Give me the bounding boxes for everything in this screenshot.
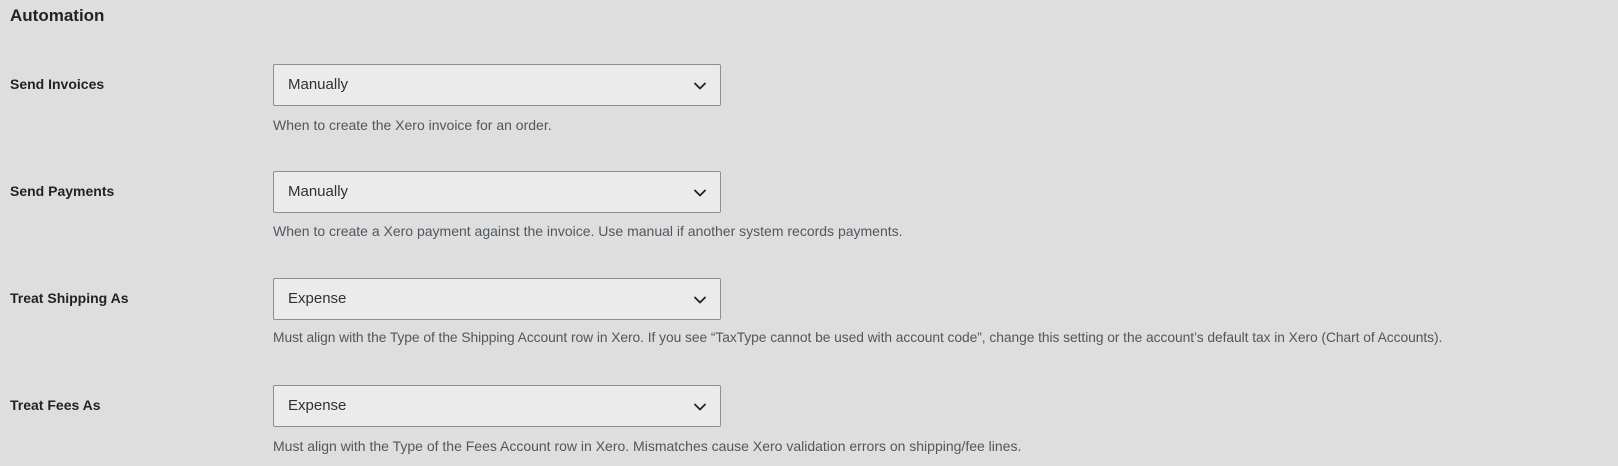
send-invoices-selected-value: Manually bbox=[288, 76, 349, 93]
chevron-down-icon bbox=[694, 82, 706, 90]
treat-fees-as-select[interactable]: Expense bbox=[273, 385, 721, 427]
treat-fees-as-label: Treat Fees As bbox=[10, 397, 101, 413]
send-invoices-label: Send Invoices bbox=[10, 76, 105, 92]
send-payments-label: Send Payments bbox=[10, 183, 115, 199]
treat-shipping-as-description: Must align with the Type of the Shipping… bbox=[273, 330, 1443, 345]
send-payments-select[interactable]: Manually bbox=[273, 171, 721, 213]
chevron-down-icon bbox=[694, 296, 706, 304]
section-title: Automation bbox=[10, 6, 105, 25]
treat-shipping-as-label: Treat Shipping As bbox=[10, 290, 129, 306]
send-invoices-description: When to create the Xero invoice for an o… bbox=[273, 117, 552, 133]
send-payments-selected-value: Manually bbox=[288, 183, 349, 200]
automation-settings-page: Automation Send Invoices Manually When t… bbox=[0, 0, 1618, 466]
send-invoices-select[interactable]: Manually bbox=[273, 64, 721, 106]
chevron-down-icon bbox=[694, 189, 706, 197]
treat-shipping-as-selected-value: Expense bbox=[288, 290, 347, 307]
treat-fees-as-selected-value: Expense bbox=[288, 397, 347, 414]
treat-shipping-as-select[interactable]: Expense bbox=[273, 278, 721, 320]
chevron-down-icon bbox=[694, 403, 706, 411]
send-payments-description: When to create a Xero payment against th… bbox=[273, 223, 903, 239]
treat-fees-as-description: Must align with the Type of the Fees Acc… bbox=[273, 438, 1022, 454]
